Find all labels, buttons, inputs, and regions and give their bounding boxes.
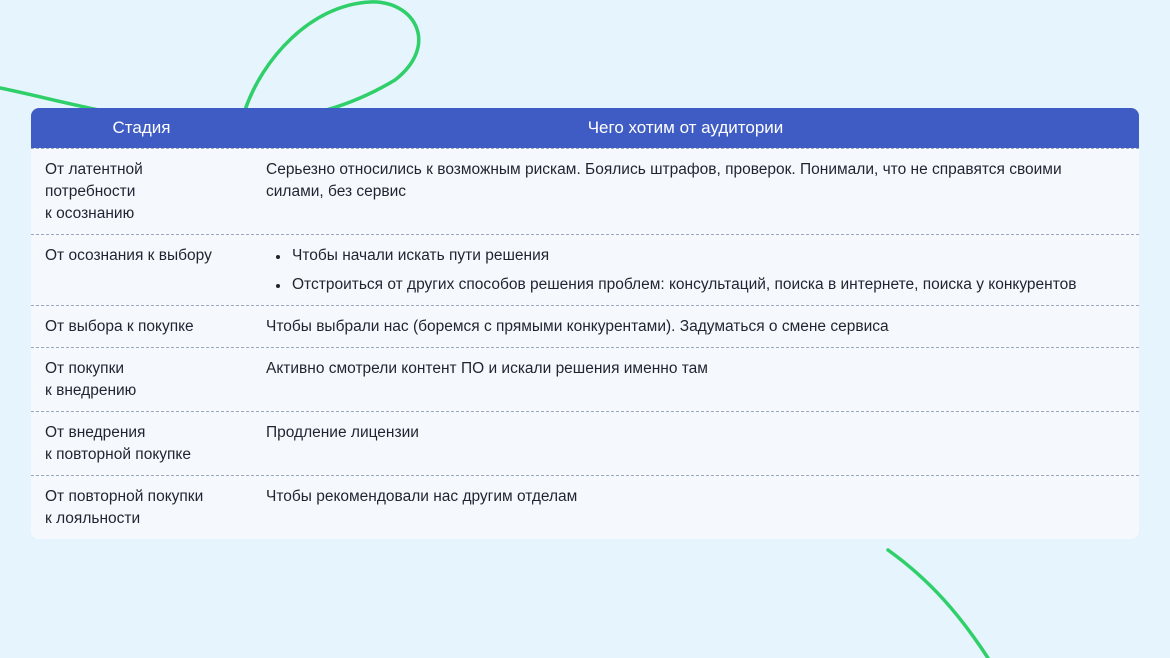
goal-bullet-list: Чтобы начали искать пути решения Отстрои… (266, 245, 1099, 296)
stage-cell: От повторной покупки к лояльности (45, 488, 204, 527)
green-arc-curve-icon (886, 548, 990, 658)
stage-cell: От выбора к покупке (45, 318, 194, 335)
goal-cell: Чтобы рекомендовали нас другим отделам (266, 488, 578, 505)
table-row: От выбора к покупке Чтобы выбрали нас (б… (31, 305, 1139, 347)
table-row: От повторной покупки к лояльности Чтобы … (31, 475, 1139, 539)
table-row: От осознания к выбору Чтобы начали искат… (31, 234, 1139, 305)
table-header: Стадия Чего хотим от аудитории (31, 108, 1139, 148)
header-goal: Чего хотим от аудитории (587, 118, 784, 137)
stage-cell: От латентной потребности к осознанию (45, 161, 143, 222)
goal-bullet-item: Отстроиться от других способов решения п… (276, 274, 1099, 296)
goal-cell: Чтобы выбрали нас (боремся с прямыми кон… (266, 318, 889, 335)
goal-cell: Серьезно относились к возможным рискам. … (266, 161, 1062, 200)
goal-cell: Продление лицензии (266, 424, 419, 441)
green-loop-curve-icon (0, 0, 421, 127)
goal-cell: Активно смотрели контент ПО и искали реш… (266, 360, 708, 377)
audience-goals-table: Стадия Чего хотим от аудитории От латент… (31, 108, 1139, 539)
table-row: От латентной потребности к осознанию Сер… (31, 148, 1139, 234)
stage-cell: От внедрения к повторной покупке (45, 424, 191, 463)
stage-cell: От покупки к внедрению (45, 360, 137, 399)
table-row: От внедрения к повторной покупке Продлен… (31, 411, 1139, 475)
header-stage: Стадия (112, 118, 171, 137)
stage-cell: От осознания к выбору (45, 247, 212, 264)
table-row: От покупки к внедрению Активно смотрели … (31, 347, 1139, 411)
goal-bullet-item: Чтобы начали искать пути решения (276, 245, 1099, 267)
goal-cell: Чтобы начали искать пути решения Отстрои… (252, 235, 1139, 305)
